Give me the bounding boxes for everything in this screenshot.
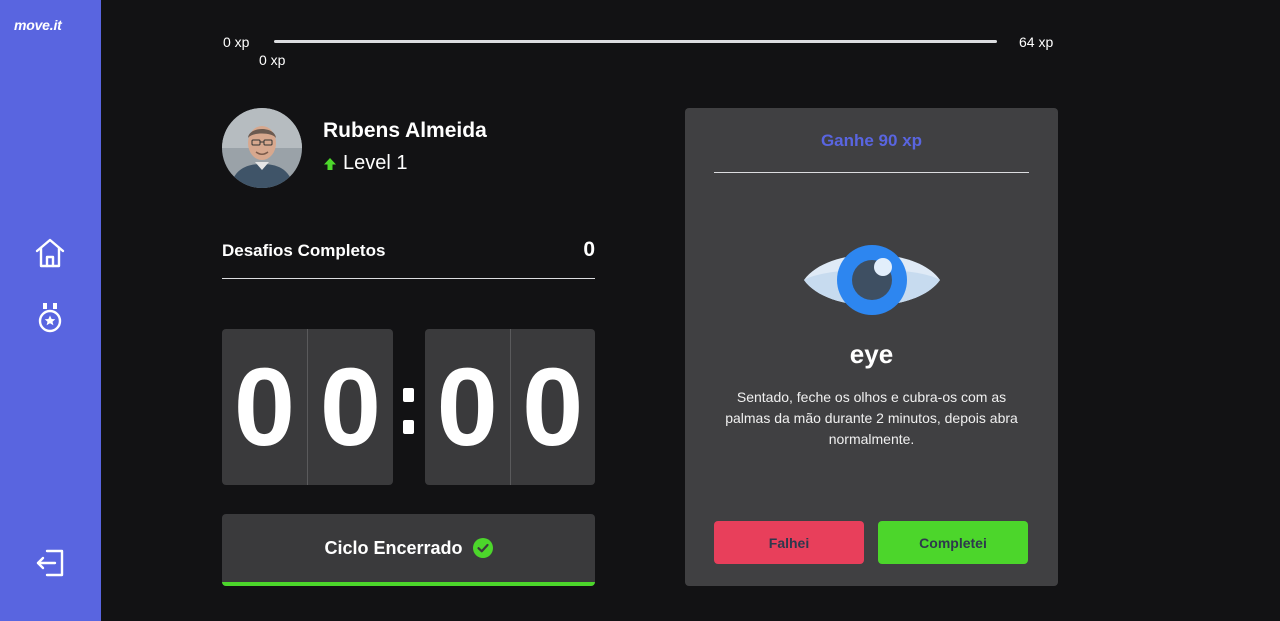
eye-icon xyxy=(803,244,941,321)
cycle-progress-bar xyxy=(222,582,595,586)
completed-challenges: Desafios Completos 0 xyxy=(222,237,595,279)
challenge-card: Ganhe 90 xp eye Sentado, feche os olhos … xyxy=(685,108,1058,586)
award-icon[interactable] xyxy=(33,301,67,335)
minute-units-digit: 0 xyxy=(307,329,393,485)
second-units-digit: 0 xyxy=(509,329,596,485)
challenge-reward: Ganhe 90 xp xyxy=(714,108,1029,173)
countdown-minutes: 0 0 xyxy=(222,329,393,485)
completed-challenges-count: 0 xyxy=(583,238,595,261)
level-up-arrow-icon xyxy=(324,157,336,170)
xp-current-label: 0 xp xyxy=(259,52,286,68)
home-icon[interactable] xyxy=(33,236,67,270)
xp-progress-bar xyxy=(274,40,997,43)
avatar xyxy=(222,108,302,188)
challenge-description: Sentado, feche os olhos e cubra-os com a… xyxy=(725,389,1018,447)
second-tens-digit: 0 xyxy=(436,345,498,469)
cycle-ended-label: Ciclo Encerrado xyxy=(324,537,463,558)
countdown-colon xyxy=(403,388,415,438)
user-level: Level 1 xyxy=(323,152,408,175)
cycle-ended-button[interactable]: Ciclo Encerrado xyxy=(222,514,595,586)
fail-button[interactable]: Falhei xyxy=(714,521,864,564)
xp-end-label: 64 xp xyxy=(1019,34,1054,50)
check-circle-icon xyxy=(472,538,493,558)
minute-tens-digit: 0 xyxy=(233,345,296,469)
complete-button[interactable]: Completei xyxy=(878,521,1028,564)
sidebar: move.it xyxy=(0,0,101,621)
countdown-seconds: 0 0 xyxy=(425,329,595,485)
challenge-title: eye xyxy=(849,339,894,369)
user-name: Rubens Almeida xyxy=(323,119,487,142)
completed-challenges-label: Desafios Completos xyxy=(222,241,386,260)
level-label: Level 1 xyxy=(343,152,408,174)
logout-icon[interactable] xyxy=(33,546,67,580)
xp-start-label: 0 xp xyxy=(223,34,250,50)
app-logo: move.it xyxy=(14,17,62,33)
logo-text: move.it xyxy=(14,17,62,33)
